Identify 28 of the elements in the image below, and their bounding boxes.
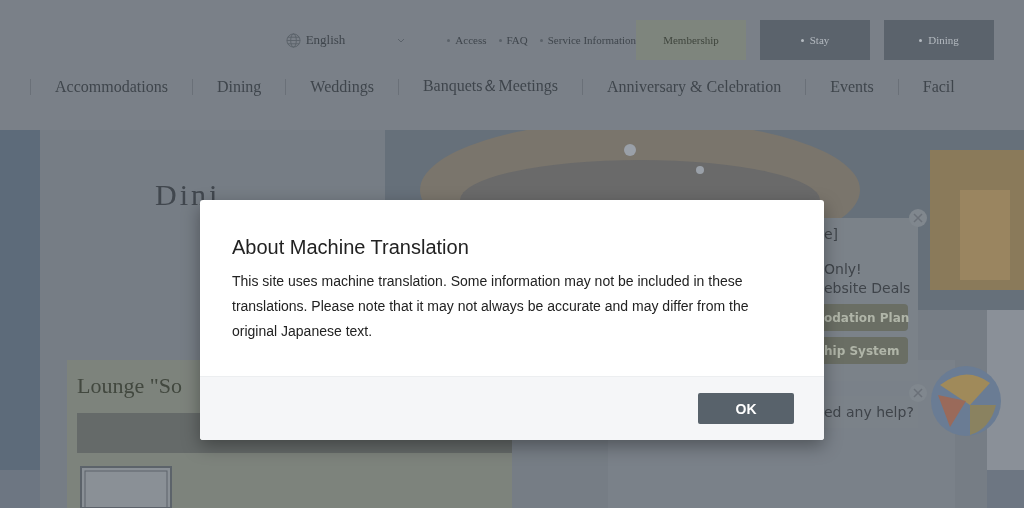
nav-item[interactable]: Facil: [898, 77, 979, 96]
header-button[interactable]: Membership: [636, 20, 746, 60]
header-link[interactable]: FAQ: [506, 34, 528, 46]
nav-item[interactable]: Dining: [192, 77, 286, 96]
header-button[interactable]: Stay: [760, 20, 870, 60]
promo-text: ebsite Deals: [824, 279, 912, 298]
globe-icon: [285, 32, 301, 48]
header-button[interactable]: Dining: [884, 20, 994, 60]
nav-item[interactable]: Events: [806, 77, 898, 96]
logo-icon: [80, 466, 172, 508]
nav-item[interactable]: Weddings: [286, 77, 398, 96]
caret-icon: [397, 37, 406, 43]
dialog-title: About Machine Translation: [232, 236, 470, 259]
card-title: Lounge "So: [77, 375, 182, 397]
chat-avatar[interactable]: [930, 365, 1002, 437]
promo-heading: e]: [824, 225, 840, 242]
dialog-message: This site uses machine translation. Some information may not be included in these translations. Please note that it may not always be accurate and may differ from the original Japanese text.: [232, 272, 750, 341]
nav-item[interactable]: Banquets＆Meetings: [398, 76, 582, 97]
nav-item[interactable]: Accommodations: [31, 77, 192, 96]
promo-text: Only!: [824, 260, 863, 279]
header-link[interactable]: Access: [455, 34, 487, 46]
nav-item[interactable]: Anniversary & Celebration: [583, 77, 806, 96]
header-link[interactable]: Service Information: [547, 34, 636, 46]
language-selector[interactable]: English: [305, 32, 346, 48]
promo-button[interactable]: odation Plan: [824, 304, 908, 331]
ok-button[interactable]: OK: [698, 393, 794, 424]
close-icon[interactable]: [909, 209, 927, 227]
promo-button[interactable]: hip System: [824, 337, 908, 364]
